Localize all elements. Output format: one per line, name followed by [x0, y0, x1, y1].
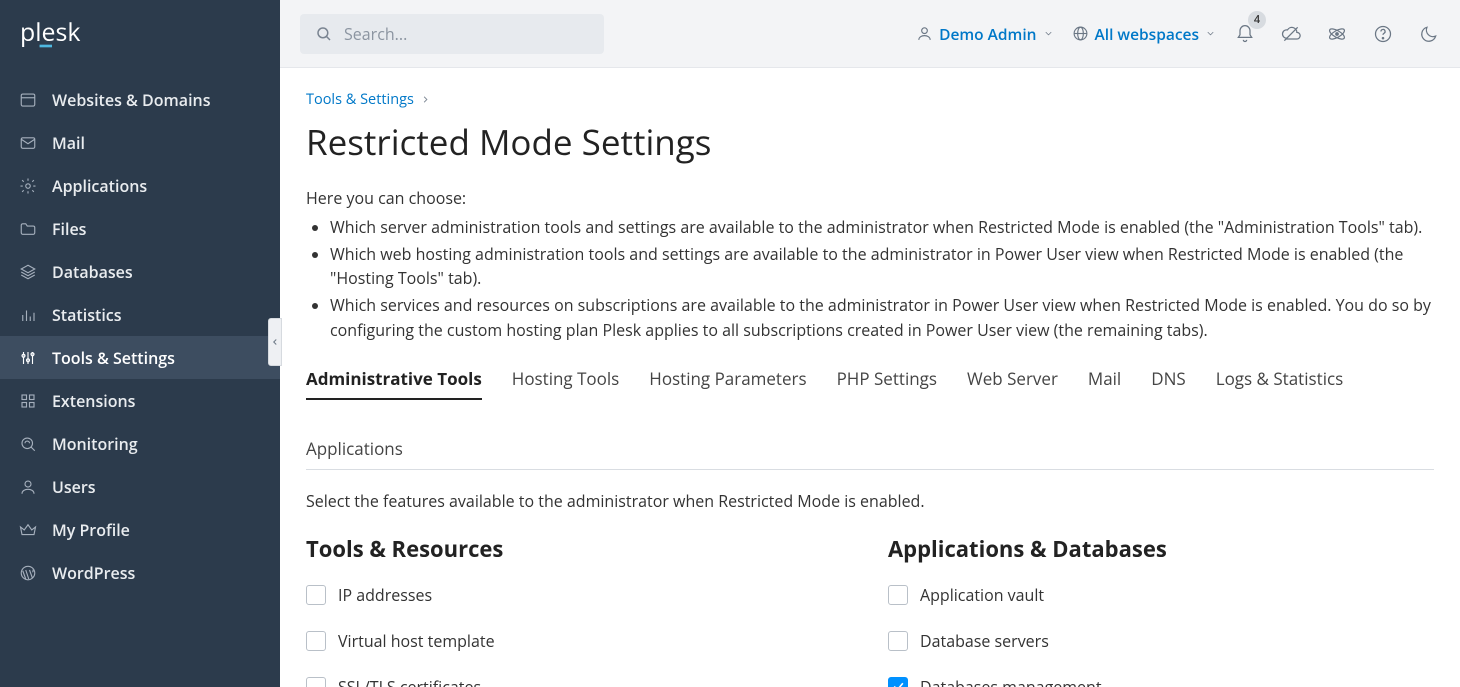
sidebar-item-my-profile[interactable]: My Profile: [0, 508, 280, 551]
tab-description: Select the features available to the adm…: [306, 490, 1434, 512]
sidebar-item-label: Applications: [52, 175, 147, 197]
sidebar-item-mail[interactable]: Mail: [0, 121, 280, 164]
bars-icon: [18, 305, 38, 325]
page-title: Restricted Mode Settings: [306, 119, 1434, 166]
checkbox[interactable]: [888, 677, 908, 687]
sidebar-item-label: My Profile: [52, 519, 130, 541]
checkbox[interactable]: [888, 585, 908, 605]
section-title: Applications & Databases: [888, 534, 1434, 564]
gear-icon: [18, 176, 38, 196]
setting-label: Application vault: [920, 584, 1044, 606]
intro: Here you can choose: Which server admini…: [306, 186, 1434, 343]
setting-databases-management: Databases management: [888, 676, 1434, 687]
search-field[interactable]: [300, 14, 604, 54]
tab-applications[interactable]: Applications: [306, 429, 403, 470]
sidebar-item-extensions[interactable]: Extensions: [0, 379, 280, 422]
sidebar-item-label: Tools & Settings: [52, 347, 175, 369]
intro-bullet: Which services and resources on subscrip…: [330, 293, 1434, 343]
checkbox[interactable]: [888, 631, 908, 651]
svg-text:plesk: plesk: [20, 18, 80, 49]
sliders-icon: [18, 348, 38, 368]
folder-icon: [18, 219, 38, 239]
sidebar-item-applications[interactable]: Applications: [0, 164, 280, 207]
checkbox[interactable]: [306, 631, 326, 651]
user-label: Demo Admin: [939, 23, 1036, 45]
stack-icon: [18, 262, 38, 282]
setting-label: Database servers: [920, 630, 1049, 652]
setting-ssl-tls-certificates: SSL/TLS certificates: [306, 676, 852, 687]
sidebar-item-files[interactable]: Files: [0, 207, 280, 250]
sidebar-collapse-toggle[interactable]: [268, 318, 282, 366]
eye-icon: [18, 434, 38, 454]
webspaces-label: All webspaces: [1095, 23, 1200, 45]
breadcrumb: Tools & Settings: [306, 90, 1434, 109]
setting-ip-addresses: IP addresses: [306, 584, 852, 606]
intro-lead: Here you can choose:: [306, 186, 1434, 211]
sidebar-item-label: Monitoring: [52, 433, 138, 455]
setting-database-servers: Database servers: [888, 630, 1434, 652]
tab-administrative-tools[interactable]: Administrative Tools: [306, 359, 482, 400]
tabs: Administrative Tools Hosting Tools Hosting…: [306, 359, 1434, 470]
webspaces-menu[interactable]: All webspaces: [1072, 23, 1217, 45]
sidebar-item-label: Files: [52, 218, 86, 240]
sidebar-item-monitoring[interactable]: Monitoring: [0, 422, 280, 465]
sidebar-item-label: Statistics: [52, 304, 122, 326]
setting-virtual-host-template: Virtual host template: [306, 630, 852, 652]
tab-hosting-parameters[interactable]: Hosting Parameters: [649, 359, 806, 400]
section-title: Tools & Resources: [306, 534, 852, 564]
tab-web-server[interactable]: Web Server: [967, 359, 1058, 400]
setting-label: SSL/TLS certificates: [338, 676, 481, 687]
sidebar-item-label: Mail: [52, 132, 85, 154]
sidebar-item-wordpress[interactable]: WordPress: [0, 551, 280, 594]
mail-icon: [18, 133, 38, 153]
grid-icon: [18, 391, 38, 411]
checkbox[interactable]: [306, 677, 326, 687]
sidebar-item-tools-settings[interactable]: Tools & Settings: [0, 336, 280, 379]
tab-hosting-tools[interactable]: Hosting Tools: [512, 359, 620, 400]
tab-php-settings[interactable]: PHP Settings: [837, 359, 937, 400]
setting-label: Databases management: [920, 676, 1102, 687]
window-icon: [18, 90, 38, 110]
atom-icon[interactable]: [1326, 23, 1348, 45]
cloud-icon[interactable]: [1280, 23, 1302, 45]
user-icon: [18, 477, 38, 497]
topbar: Demo Admin All webspaces 4: [280, 0, 1460, 68]
section-applications-databases: Applications & Databases Application vaul…: [888, 534, 1434, 687]
checkbox[interactable]: [306, 585, 326, 605]
setting-label: IP addresses: [338, 584, 432, 606]
crown-icon: [18, 520, 38, 540]
sidebar-item-databases[interactable]: Databases: [0, 250, 280, 293]
dark-mode-icon[interactable]: [1418, 23, 1440, 45]
sidebar-item-label: Extensions: [52, 390, 135, 412]
setting-label: Virtual host template: [338, 630, 495, 652]
intro-bullet: Which web hosting administration tools a…: [330, 242, 1434, 292]
section-tools-resources: Tools & Resources IP addresses Virtual hos…: [306, 534, 852, 687]
sidebar-item-users[interactable]: Users: [0, 465, 280, 508]
setting-application-vault: Application vault: [888, 584, 1434, 606]
sidebar-item-websites-domains[interactable]: Websites & Domains: [0, 78, 280, 121]
help-icon[interactable]: [1372, 23, 1394, 45]
search-icon: [314, 24, 334, 44]
sidebar-item-label: Websites & Domains: [52, 89, 210, 111]
logo[interactable]: plesk: [0, 0, 280, 68]
notifications-badge: 4: [1248, 11, 1266, 29]
breadcrumb-link[interactable]: Tools & Settings: [306, 90, 414, 109]
notifications-icon[interactable]: 4: [1234, 23, 1256, 45]
tab-mail[interactable]: Mail: [1088, 359, 1121, 400]
tab-dns[interactable]: DNS: [1151, 359, 1185, 400]
tab-logs-statistics[interactable]: Logs & Statistics: [1216, 359, 1344, 400]
sidebar: plesk Websites & Domains Mail Applicatio…: [0, 0, 280, 687]
wordpress-icon: [18, 563, 38, 583]
user-menu[interactable]: Demo Admin: [916, 23, 1053, 45]
intro-bullet: Which server administration tools and se…: [330, 215, 1434, 240]
sidebar-item-label: Users: [52, 476, 96, 498]
sidebar-item-statistics[interactable]: Statistics: [0, 293, 280, 336]
sidebar-item-label: WordPress: [52, 562, 135, 584]
sidebar-item-label: Databases: [52, 261, 133, 283]
search-input[interactable]: [344, 23, 590, 45]
